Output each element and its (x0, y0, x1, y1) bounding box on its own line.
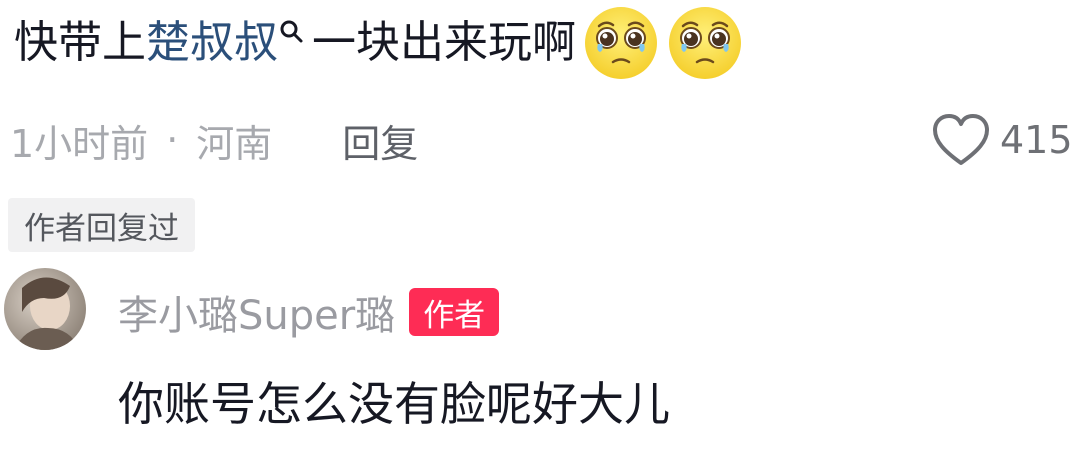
author-badge: 作者 (409, 288, 500, 336)
username[interactable]: 李小璐Super璐 (118, 283, 395, 341)
search-icon (280, 20, 303, 43)
heart-icon (933, 114, 989, 165)
pleading-face-emoji (669, 7, 741, 79)
mention-link[interactable]: 楚叔叔 (146, 8, 312, 78)
pleading-face-emoji (585, 7, 657, 79)
comment-text-before: 快带上 (14, 17, 146, 68)
comment-meta: 1小时前 · 河南 回复 (10, 108, 418, 172)
reply-text: 你账号怎么没有脸呢好大儿 (118, 377, 670, 431)
comment-time: 1小时前 (10, 121, 149, 166)
author-badge-label: 作者 (423, 297, 486, 334)
avatar-image (4, 268, 86, 350)
like-button[interactable]: 415 (930, 108, 1073, 172)
avatar[interactable] (4, 268, 86, 350)
like-count: 415 (1000, 118, 1073, 162)
mention-name: 楚叔叔 (146, 17, 278, 68)
author-replied-label: 作者回复过 (24, 210, 179, 247)
comment-location: 河南 (196, 121, 273, 166)
author-replied-tag: 作者回复过 (8, 198, 195, 252)
comment-text: 快带上 楚叔叔 一块出来玩啊 (14, 7, 744, 79)
meta-separator: · (166, 118, 179, 162)
comment-text-after: 一块出来玩啊 (312, 17, 576, 68)
reply-button[interactable]: 回复 (342, 113, 418, 168)
reply-comment: 李小璐Super璐 作者 你账号怎么没有脸呢好大儿 (0, 268, 1080, 450)
reply-user-row: 李小璐Super璐 作者 (118, 283, 500, 341)
